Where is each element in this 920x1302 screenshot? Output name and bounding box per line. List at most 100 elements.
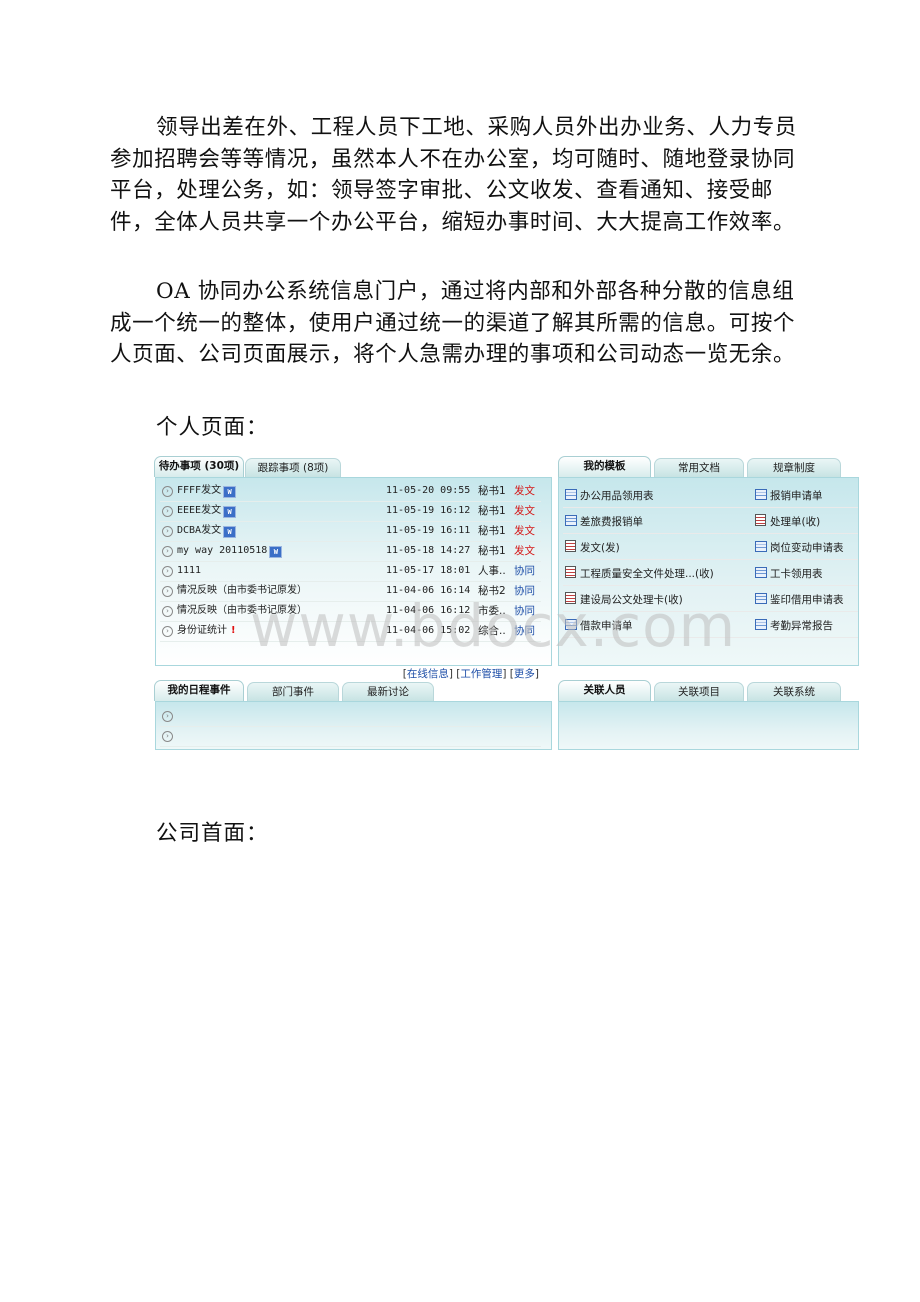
- todo-title[interactable]: 身份证统计!: [177, 621, 236, 641]
- template-item[interactable]: 建设局公文处理卡(收): [565, 590, 683, 610]
- todo-date: 11-04-06 15:02: [386, 625, 471, 636]
- template-list: 办公用品领用表 差旅费报销单 发文(发) 工程质量安全文件处理...(收) 建设局公文处…: [558, 477, 859, 666]
- todo-type[interactable]: 协同: [514, 621, 535, 641]
- todo-row[interactable]: › my way 20110518 W 11-05-18 14:27 秘书1 发文: [160, 541, 541, 562]
- arrow-circle-icon: ›: [162, 486, 173, 497]
- template-label: 工程质量安全文件处理...(收): [580, 568, 714, 580]
- tab-related-projects[interactable]: 关联项目: [654, 682, 744, 701]
- todo-row[interactable]: › 情况反映（由市委书记原发） 11-04-06 16:14 秘书2 协同: [160, 581, 541, 602]
- tab-tracking[interactable]: 跟踪事项 (8项): [245, 458, 341, 477]
- arrow-circle-icon: ›: [162, 546, 173, 557]
- arrow-circle-icon: ›: [162, 626, 173, 637]
- document-icon: [565, 566, 576, 578]
- template-item[interactable]: 考勤异常报告: [755, 616, 833, 636]
- row-divider: [563, 637, 858, 638]
- todo-type[interactable]: 发文: [514, 501, 535, 521]
- template-item[interactable]: 工程质量安全文件处理...(收): [565, 564, 714, 584]
- schedule-list: › ›: [155, 701, 552, 750]
- todo-row[interactable]: › EEEE发文 W 11-05-19 16:12 秘书1 发文: [160, 501, 541, 522]
- template-label: 建设局公文处理卡(收): [580, 594, 683, 606]
- todo-title[interactable]: DCBA发文 W: [177, 521, 237, 541]
- template-item[interactable]: 发文(发): [565, 538, 620, 558]
- todo-type[interactable]: 发文: [514, 521, 535, 541]
- online-info-link[interactable]: 在线信息: [407, 668, 449, 680]
- template-label: 发文(发): [580, 542, 620, 554]
- tab-todo[interactable]: 待办事项 (30项): [154, 456, 244, 477]
- form-icon: [755, 489, 767, 500]
- todo-title[interactable]: 情况反映（由市委书记原发）: [177, 601, 307, 621]
- todo-sender: 秘书1: [478, 505, 506, 517]
- arrow-circle-icon: ›: [162, 586, 173, 597]
- template-item[interactable]: 岗位变动申请表: [755, 538, 844, 558]
- todo-type[interactable]: 发文: [514, 481, 535, 501]
- arrow-circle-icon: ›: [162, 566, 173, 577]
- todo-sender: 秘书1: [478, 545, 506, 557]
- template-item[interactable]: 鉴印借用申请表: [755, 590, 844, 610]
- todo-date: 11-05-19 16:12: [386, 505, 471, 516]
- todo-title[interactable]: EEEE发文 W: [177, 501, 237, 521]
- personal-page-label: 个人页面：: [156, 415, 269, 440]
- todo-date: 11-05-20 09:55: [386, 485, 471, 496]
- row-divider: [563, 559, 858, 560]
- word-document-icon: W: [223, 526, 237, 538]
- todo-row[interactable]: › DCBA发文 W 11-05-19 16:11 秘书1 发文: [160, 521, 541, 542]
- tab-my-templates[interactable]: 我的模板: [558, 456, 651, 477]
- work-management-link[interactable]: 工作管理: [460, 668, 502, 680]
- todo-row[interactable]: › 情况反映（由市委书记原发） 11-04-06 16:12 市委.. 协同: [160, 601, 541, 622]
- todo-list: › FFFF发文 W 11-05-20 09:55 秘书1 发文 › EEEE发文 W 11-05…: [155, 477, 552, 680]
- template-tabs: 我的模板 常用文档 规章制度: [558, 456, 859, 477]
- template-item[interactable]: 借款申请单: [565, 616, 633, 636]
- paragraph-text: 领导出差在外、工程人员下工地、采购人员外出办业务、人力专员参加招聘会等等情况，虽…: [110, 115, 797, 235]
- schedule-tabs: 我的日程事件 部门事件 最新讨论: [154, 680, 552, 701]
- todo-type[interactable]: 协同: [514, 601, 535, 621]
- todo-title[interactable]: 情况反映（由市委书记原发）: [177, 581, 307, 601]
- tab-related-systems[interactable]: 关联系统: [747, 682, 841, 701]
- paragraph-text: OA 协同办公系统信息门户，通过将内部和外部各种分散的信息组成一个统一的整体，使…: [110, 279, 796, 367]
- template-item[interactable]: 处理单(收): [755, 512, 820, 532]
- todo-row[interactable]: › 身份证统计! 11-04-06 15:02 综合.. 协同: [160, 621, 541, 642]
- todo-row[interactable]: › FFFF发文 W 11-05-20 09:55 秘书1 发文: [160, 481, 541, 502]
- template-item[interactable]: 办公用品领用表: [565, 486, 654, 506]
- form-icon: [755, 619, 767, 630]
- schedule-row[interactable]: ›: [160, 726, 541, 747]
- arrow-circle-icon: ›: [162, 711, 173, 722]
- related-panel: 关联人员 关联项目 关联系统: [558, 680, 859, 750]
- todo-date: 11-04-06 16:12: [386, 605, 471, 616]
- tab-latest-discussions[interactable]: 最新讨论: [342, 682, 434, 701]
- todo-sender: 秘书1: [478, 525, 506, 537]
- todo-row[interactable]: › 1111 11-05-17 18:01 人事.. 协同: [160, 561, 541, 582]
- arrow-circle-icon: ›: [162, 731, 173, 742]
- tab-my-schedule[interactable]: 我的日程事件: [154, 680, 244, 701]
- todo-type[interactable]: 发文: [514, 541, 535, 561]
- tab-department-events[interactable]: 部门事件: [247, 682, 339, 701]
- form-icon: [565, 515, 577, 526]
- todo-date: 11-05-18 14:27: [386, 545, 471, 556]
- row-divider: [563, 611, 858, 612]
- todo-type[interactable]: 协同: [514, 581, 535, 601]
- todo-title[interactable]: 1111: [177, 561, 201, 581]
- template-label: 差旅费报销单: [580, 516, 643, 528]
- todo-sender: 秘书1: [478, 485, 506, 497]
- template-item[interactable]: 差旅费报销单: [565, 512, 643, 532]
- related-list: [558, 701, 859, 750]
- row-divider: [563, 533, 858, 534]
- tab-regulations[interactable]: 规章制度: [747, 458, 841, 477]
- tab-related-people[interactable]: 关联人员: [558, 680, 651, 701]
- form-icon: [755, 541, 767, 552]
- template-label: 借款申请单: [580, 620, 633, 632]
- company-page-label: 公司首面：: [156, 821, 269, 846]
- todo-type[interactable]: 协同: [514, 561, 535, 581]
- todo-title[interactable]: my way 20110518 W: [177, 541, 283, 561]
- todo-title[interactable]: FFFF发文 W: [177, 481, 237, 501]
- template-label: 办公用品领用表: [580, 490, 654, 502]
- tab-common-docs[interactable]: 常用文档: [654, 458, 744, 477]
- schedule-row[interactable]: ›: [160, 706, 541, 727]
- document-icon: [565, 540, 576, 552]
- form-icon: [565, 489, 577, 500]
- row-divider: [563, 585, 858, 586]
- intro-paragraph-mobile-office: 领导出差在外、工程人员下工地、采购人员外出办业务、人力专员参加招聘会等等情况，虽…: [110, 112, 810, 238]
- template-item[interactable]: 报销申请单: [755, 486, 823, 506]
- word-document-icon: W: [223, 506, 237, 518]
- more-link[interactable]: 更多: [514, 668, 535, 680]
- template-item[interactable]: 工卡领用表: [755, 564, 823, 584]
